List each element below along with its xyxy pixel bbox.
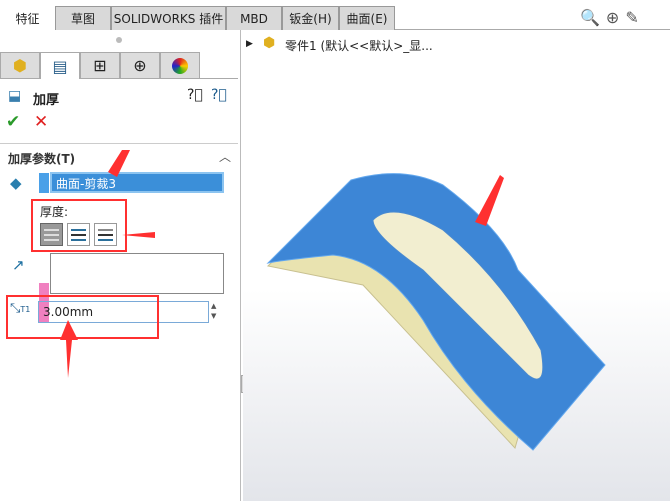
annotation-arrow	[108, 150, 130, 177]
annotation-arrow	[122, 232, 155, 238]
annotation-arrows	[60, 150, 504, 378]
annotation-arrow	[475, 175, 504, 226]
annotation-arrow	[60, 320, 78, 378]
